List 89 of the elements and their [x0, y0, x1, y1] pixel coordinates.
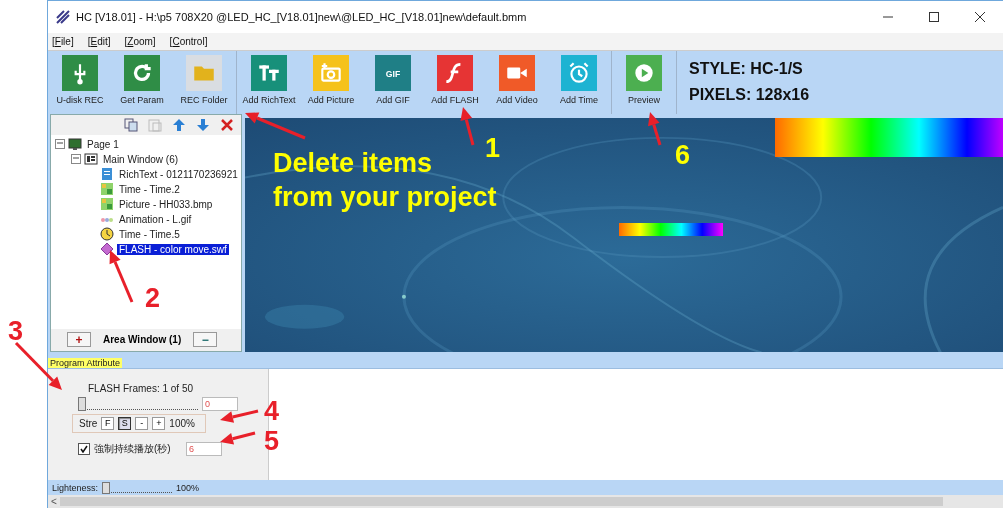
checkbox[interactable] — [78, 442, 90, 455]
remove-area-button[interactable]: − — [193, 332, 218, 348]
usb-icon — [62, 54, 98, 91]
tree-item[interactable]: Animation - L.gif — [117, 213, 194, 225]
minus-icon — [73, 155, 79, 161]
tree-item[interactable]: Time - Time.2 — [117, 183, 182, 195]
menu-item[interactable]: [Zoom] — [124, 35, 156, 47]
toolbar-button[interactable]: U-disk REC — [52, 54, 108, 105]
slider-thumb[interactable] — [78, 397, 86, 412]
menu-item[interactable]: [File] — [52, 35, 74, 47]
checkbox-label: 強制持续播放(秒) — [94, 441, 172, 456]
annotation-number: 1 — [485, 133, 501, 164]
alarm-clock-icon — [561, 54, 597, 91]
annotation-number: 6 — [675, 140, 691, 171]
arrow-annotation — [460, 107, 475, 146]
tree-item[interactable]: Picture - HH033.bmp — [117, 198, 215, 210]
stretch-value: 100% — [169, 417, 195, 429]
close-icon — [975, 12, 985, 22]
stretch-button[interactable]: F — [101, 416, 115, 430]
frames-slider[interactable] — [78, 397, 198, 411]
program-attribute-tab[interactable]: Program Attribute — [48, 357, 123, 368]
arrow-annotation — [648, 112, 662, 146]
tree-item[interactable]: FLASH - color move.swf — [117, 243, 229, 255]
arrow-annotation — [220, 431, 256, 445]
annotation-number: 4 — [264, 396, 280, 427]
frame-input[interactable]: 0 — [202, 396, 238, 411]
window-title: HC [V18.01] - H:\p5 708X20 @LED_HC_[V18.01]new\@LED_HC_[V18.01]new\default.bmm — [76, 11, 528, 23]
image-icon — [100, 182, 114, 196]
tree-item[interactable]: RichText - 0121170236921 — [117, 168, 240, 180]
collapse-toggle[interactable] — [71, 154, 81, 164]
lightness-label: Lighteness: — [52, 482, 99, 493]
stretch-button[interactable]: + — [152, 416, 166, 430]
toolbar-button[interactable]: Get Param — [114, 54, 170, 105]
toolbar-button[interactable]: Preview — [616, 54, 672, 105]
arrow-annotation — [220, 409, 259, 423]
camera-icon — [313, 54, 349, 91]
toolbar-button[interactable]: REC Folder — [176, 54, 232, 105]
copy-icon[interactable] — [123, 116, 139, 133]
callout-text: from your project — [273, 181, 497, 213]
refresh-icon — [124, 54, 160, 91]
toolbar-button[interactable]: Add Time — [551, 54, 607, 105]
duration-input[interactable]: 6 — [186, 441, 222, 456]
diamond-icon — [100, 242, 114, 256]
annotation-number: 5 — [264, 426, 280, 457]
up-arrow-icon[interactable] — [171, 116, 187, 133]
document-icon — [100, 167, 114, 181]
stretch-button[interactable]: - — [135, 416, 149, 430]
frames-label: FLASH Frames: 1 of 50 — [88, 382, 195, 394]
slider-thumb[interactable] — [102, 482, 111, 495]
tree-item[interactable]: Time - Time.5 — [117, 228, 182, 240]
flash-icon — [437, 54, 473, 91]
collapse-toggle[interactable] — [55, 139, 65, 149]
device-info: STYLE: HC-1/S — [689, 60, 804, 79]
tree-item[interactable]: Page 1 — [85, 138, 121, 150]
down-arrow-icon[interactable] — [195, 116, 211, 133]
delete-icon[interactable] — [219, 116, 235, 133]
lightness-slider[interactable] — [102, 482, 173, 494]
app-icon — [56, 10, 70, 24]
scroll-left-arrow[interactable]: < — [48, 496, 60, 508]
scrollbar-thumb[interactable] — [60, 497, 943, 507]
annotation-number: 3 — [8, 316, 24, 347]
menu-item[interactable]: [Control] — [169, 35, 208, 47]
gif-icon: GIF — [375, 54, 411, 91]
window-icon — [84, 152, 98, 166]
text-icon — [251, 54, 287, 91]
toolbar-button[interactable]: Add Video — [489, 54, 545, 105]
tree-item[interactable]: Main Window (6) — [101, 153, 181, 165]
toolbar-button[interactable]: Add Picture — [303, 54, 359, 105]
folder-icon — [186, 54, 222, 91]
minus-icon — [57, 140, 63, 146]
stretch-label: Stre — [79, 417, 98, 429]
toolbar-button[interactable]: GIF Add GIF — [365, 54, 421, 105]
callout-text: Delete items — [273, 147, 433, 179]
clock-icon — [100, 227, 114, 241]
image-icon — [100, 197, 114, 211]
monitor-icon — [68, 137, 82, 151]
lightness-value: 100% — [176, 482, 200, 493]
toolbar-button[interactable]: Add RichText — [241, 54, 297, 105]
stretch-button[interactable]: S — [118, 416, 132, 430]
device-info: PIXELS: 128x16 — [689, 86, 810, 105]
play-icon — [626, 54, 662, 91]
area-window-label: Area Window (1) — [103, 334, 182, 346]
maximize-icon — [929, 12, 939, 22]
add-area-button[interactable]: + — [67, 332, 91, 348]
menu-item[interactable]: [Edit] — [87, 35, 111, 47]
arrow-annotation — [245, 112, 306, 140]
annotation-number: 2 — [145, 283, 161, 314]
video-camera-icon — [499, 54, 535, 91]
toolbar-button[interactable]: Add FLASH — [427, 54, 483, 105]
